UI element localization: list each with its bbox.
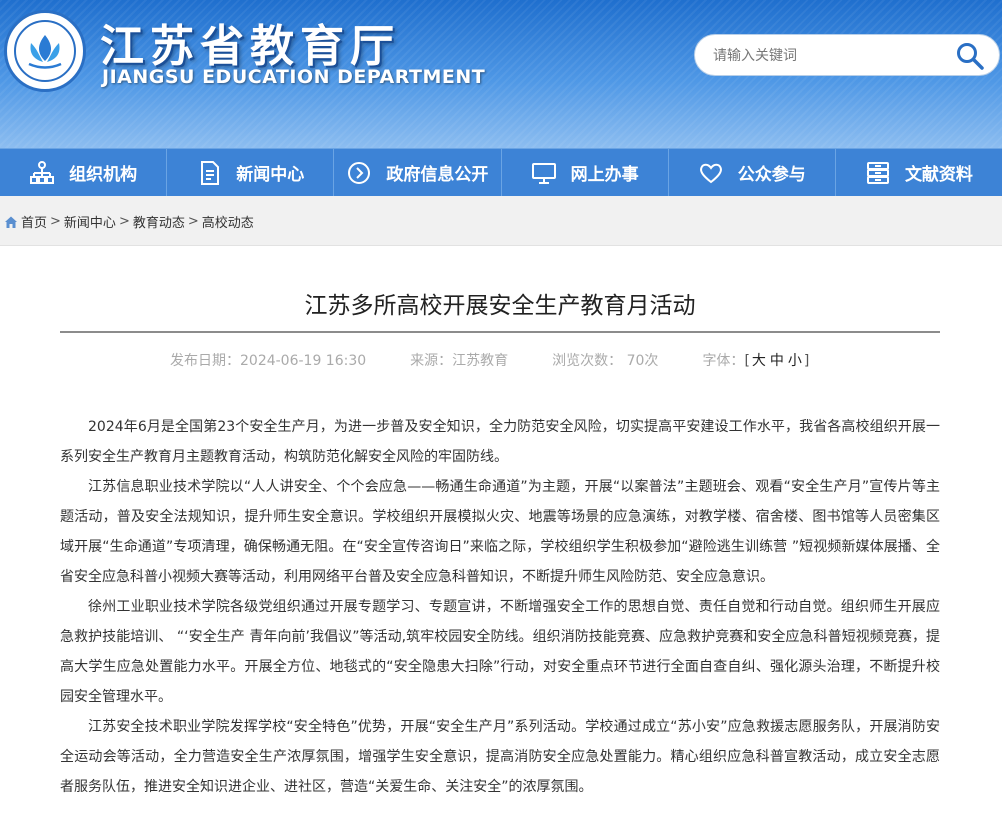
site-title: 江苏省教育厅 — [100, 21, 400, 72]
breadcrumb-separator: > — [187, 214, 199, 229]
site-subtitle: JIANGSU EDUCATION DEPARTMENT — [102, 66, 486, 88]
disclosure-icon — [346, 160, 372, 186]
nav-label: 文献资料 — [904, 165, 973, 185]
article-paragraph: 江苏信息职业技术学院以“人人讲安全、个个会应急——畅通生命通道”为主题，开展“以… — [60, 479, 940, 585]
font-size-switcher: 字体：[大中小] — [702, 350, 809, 370]
nav-label: 组织机构 — [69, 165, 138, 185]
search-input[interactable] — [713, 45, 943, 67]
search-icon[interactable] — [955, 41, 985, 71]
font-size-small-button[interactable]: 小 — [788, 353, 802, 369]
breadcrumb-link-university-news[interactable]: 高校动态 — [202, 212, 254, 231]
nav-label: 公众参与 — [737, 165, 806, 185]
nav-item-online-services[interactable]: 网上办事 — [502, 149, 669, 196]
font-size-large-button[interactable]: 大 — [752, 353, 766, 369]
nav-item-organization[interactable]: 组织机构 — [0, 149, 168, 196]
nav-label: 政府信息公开 — [386, 165, 489, 185]
main-nav: 组织机构 新闻中心 政府信息公开 网上办事 公众参与 文献资料 — [0, 148, 1002, 196]
font-size-medium-button[interactable]: 中 — [770, 353, 784, 369]
font-size-label: 字体： — [702, 353, 745, 369]
font-size-bracket-close: ] — [803, 353, 810, 369]
view-count: 浏览次数： 70次 — [552, 353, 659, 369]
article-content: 2024年6月是全国第23个安全生产月，为进一步普及安全知识，全力防范安全风险，… — [60, 412, 940, 802]
nav-item-archives[interactable]: 文献资料 — [836, 149, 1002, 196]
article-paragraph: 江苏安全技术职业学院发挥学校“安全特色”优势，开展“安全生产月”系列活动。学校通… — [60, 719, 940, 795]
heart-icon — [698, 160, 724, 186]
archive-icon — [865, 160, 891, 186]
article-paragraph: 徐州工业职业技术学院各级党组织通过开展专题学习、专题宣讲，不断增强安全工作的思想… — [60, 599, 940, 705]
document-icon — [196, 160, 222, 186]
breadcrumb-link-edu-news[interactable]: 教育动态 — [133, 212, 185, 231]
title-divider — [60, 331, 940, 333]
org-chart-icon — [29, 160, 55, 186]
breadcrumb-separator: > — [50, 214, 61, 229]
site-header: 江苏省教育厅 JIANGSU EDUCATION DEPARTMENT — [0, 0, 1002, 148]
monitor-icon — [531, 160, 557, 186]
breadcrumb-link-home[interactable]: 首页 — [21, 212, 47, 231]
article-title: 江苏多所高校开展安全生产教育月活动 — [304, 293, 696, 319]
logo-emblem-icon — [14, 20, 76, 82]
article-source: 来源：江苏教育 — [410, 353, 509, 369]
article-paragraph: 2024年6月是全国第23个安全生产月，为进一步普及安全知识，全力防范安全风险，… — [60, 419, 940, 465]
article-meta: 发布日期：2024-06-19 16:30 来源：江苏教育 浏览次数： 70次 … — [170, 350, 809, 370]
nav-item-public-participation[interactable]: 公众参与 — [669, 149, 836, 196]
nav-item-news[interactable]: 新闻中心 — [167, 149, 335, 196]
font-size-bracket-open: [ — [744, 353, 750, 369]
breadcrumb: 首页 > 新闻中心 > 教育动态 > 高校动态 — [4, 212, 254, 231]
home-icon — [4, 215, 18, 229]
breadcrumb-separator: > — [118, 214, 130, 229]
publish-date: 发布日期：2024-06-19 16:30 — [170, 353, 367, 369]
search-box — [694, 34, 1000, 76]
nav-label: 网上办事 — [570, 165, 639, 185]
article: 江苏多所高校开展安全生产教育月活动 发布日期：2024-06-19 16:30 … — [0, 246, 1002, 840]
nav-label: 新闻中心 — [236, 165, 305, 185]
breadcrumb-bar: 首页 > 新闻中心 > 教育动态 > 高校动态 — [0, 196, 1002, 246]
site-logo[interactable] — [4, 10, 86, 92]
nav-item-disclosure[interactable]: 政府信息公开 — [334, 149, 502, 196]
breadcrumb-link-news[interactable]: 新闻中心 — [64, 212, 116, 231]
